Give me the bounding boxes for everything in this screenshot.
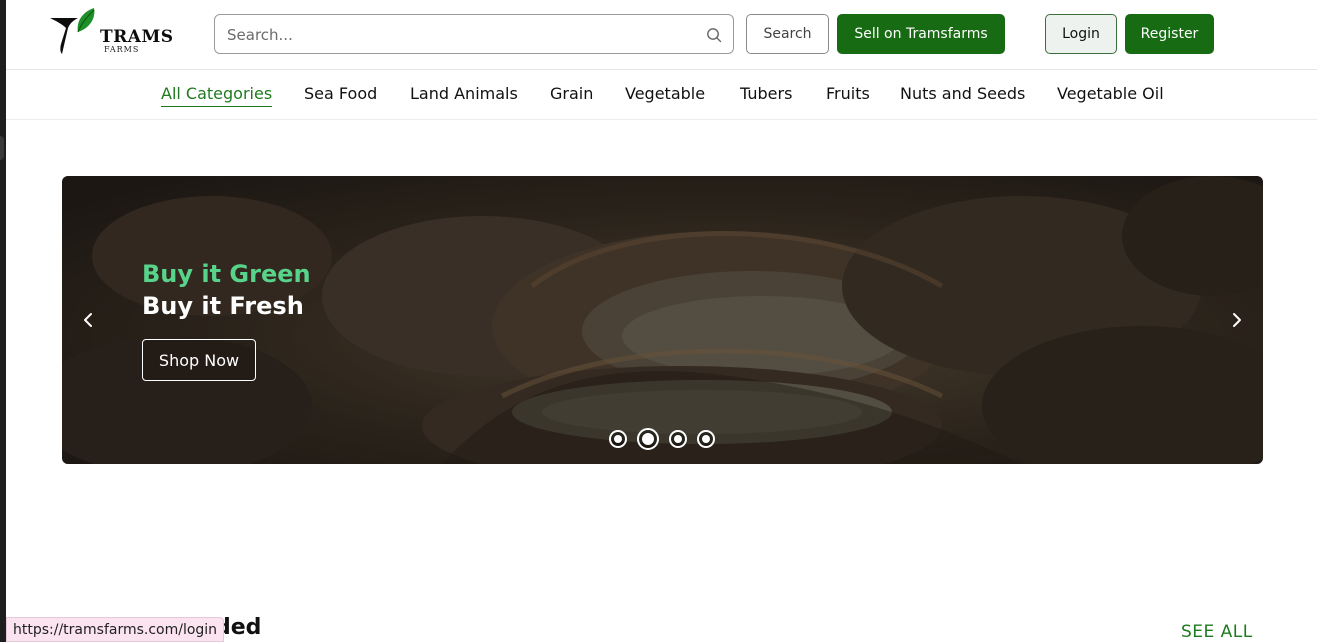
hero-overlay	[62, 176, 1263, 464]
shop-now-button[interactable]: Shop Now	[142, 339, 256, 381]
carousel-dot-2[interactable]	[637, 428, 659, 450]
carousel-prev-button[interactable]	[76, 307, 100, 333]
category-grain[interactable]: Grain	[550, 84, 593, 103]
category-nav: All Categories Sea Food Land Animals Gra…	[6, 71, 1317, 120]
category-vegetable-oil[interactable]: Vegetable Oil	[1057, 84, 1164, 103]
chevron-left-icon	[84, 313, 92, 327]
status-bar-url: https://tramsfarms.com/login	[6, 617, 225, 642]
category-vegetable[interactable]: Vegetable	[625, 84, 705, 103]
category-nuts-and-seeds[interactable]: Nuts and Seeds	[900, 84, 1025, 103]
carousel-dot-1[interactable]	[609, 430, 627, 448]
chevron-right-icon	[1233, 313, 1241, 327]
category-sea-food[interactable]: Sea Food	[304, 84, 377, 103]
logo-subtitle: FARMS	[104, 45, 140, 54]
logo-wordmark: TRAMS	[100, 27, 174, 47]
see-all-link[interactable]: SEE ALL	[1181, 622, 1253, 642]
category-fruits[interactable]: Fruits	[826, 84, 870, 103]
carousel-dot-3[interactable]	[669, 430, 687, 448]
carousel-dot-4[interactable]	[697, 430, 715, 448]
login-button[interactable]: Login	[1045, 14, 1117, 54]
search-button[interactable]: Search	[746, 14, 829, 54]
search-input[interactable]	[227, 24, 697, 46]
hero-headline-green: Buy it Green	[142, 260, 311, 288]
search-icon[interactable]	[705, 26, 723, 44]
carousel-next-button[interactable]	[1225, 307, 1249, 333]
hero-carousel: Buy it Green Buy it Fresh Shop Now	[62, 176, 1263, 464]
register-button[interactable]: Register	[1125, 14, 1214, 54]
site-header: TRAMS FARMS Search Sell on Tramsfarms Lo…	[6, 0, 1317, 70]
category-land-animals[interactable]: Land Animals	[410, 84, 518, 103]
category-tubers[interactable]: Tubers	[740, 84, 792, 103]
search-box	[214, 14, 734, 54]
hero-headline-fresh: Buy it Fresh	[142, 292, 304, 320]
category-all-categories[interactable]: All Categories	[161, 84, 273, 107]
sell-on-tramsfarms-button[interactable]: Sell on Tramsfarms	[837, 14, 1005, 54]
left-edge-handle	[0, 136, 4, 160]
